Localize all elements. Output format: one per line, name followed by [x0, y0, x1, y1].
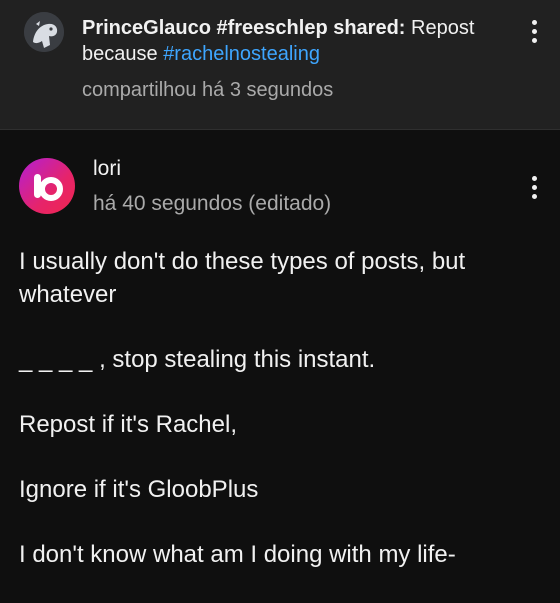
post-paragraph: Repost if it's Rachel, — [19, 411, 238, 438]
shared-by-header: PrinceGlauco #freeschlep shared: Repost … — [0, 0, 560, 130]
more-vert-icon[interactable] — [522, 172, 546, 202]
lo-logo-avatar-icon — [34, 174, 63, 201]
hashtag-link[interactable]: #rachelnostealing — [163, 43, 320, 65]
share-message: PrinceGlauco #freeschlep shared: Repost … — [82, 15, 512, 67]
post-body: I usually don't do these types of posts,… — [19, 245, 529, 603]
post-timestamp: há 40 segundos (editado) — [93, 192, 332, 215]
more-vert-icon[interactable] — [522, 16, 546, 46]
post-paragraph: I don't know what am I doing with my lif… — [19, 541, 456, 568]
share-timestamp: compartilhou há 3 segundos — [82, 79, 334, 101]
sharer-avatar[interactable] — [24, 12, 64, 52]
sharer-name[interactable]: PrinceGlauco #freeschlep shared: — [82, 17, 405, 39]
post-paragraph: _ _ _ _ , stop stealing this instant. — [19, 346, 376, 373]
post-author-name[interactable]: lori — [93, 156, 121, 182]
post-author-avatar[interactable] — [19, 158, 75, 214]
post-paragraph: I usually don't do these types of posts,… — [19, 248, 466, 308]
post-paragraph: Ignore if it's GloobPlus — [19, 476, 259, 503]
dinosaur-avatar-icon — [24, 12, 64, 52]
